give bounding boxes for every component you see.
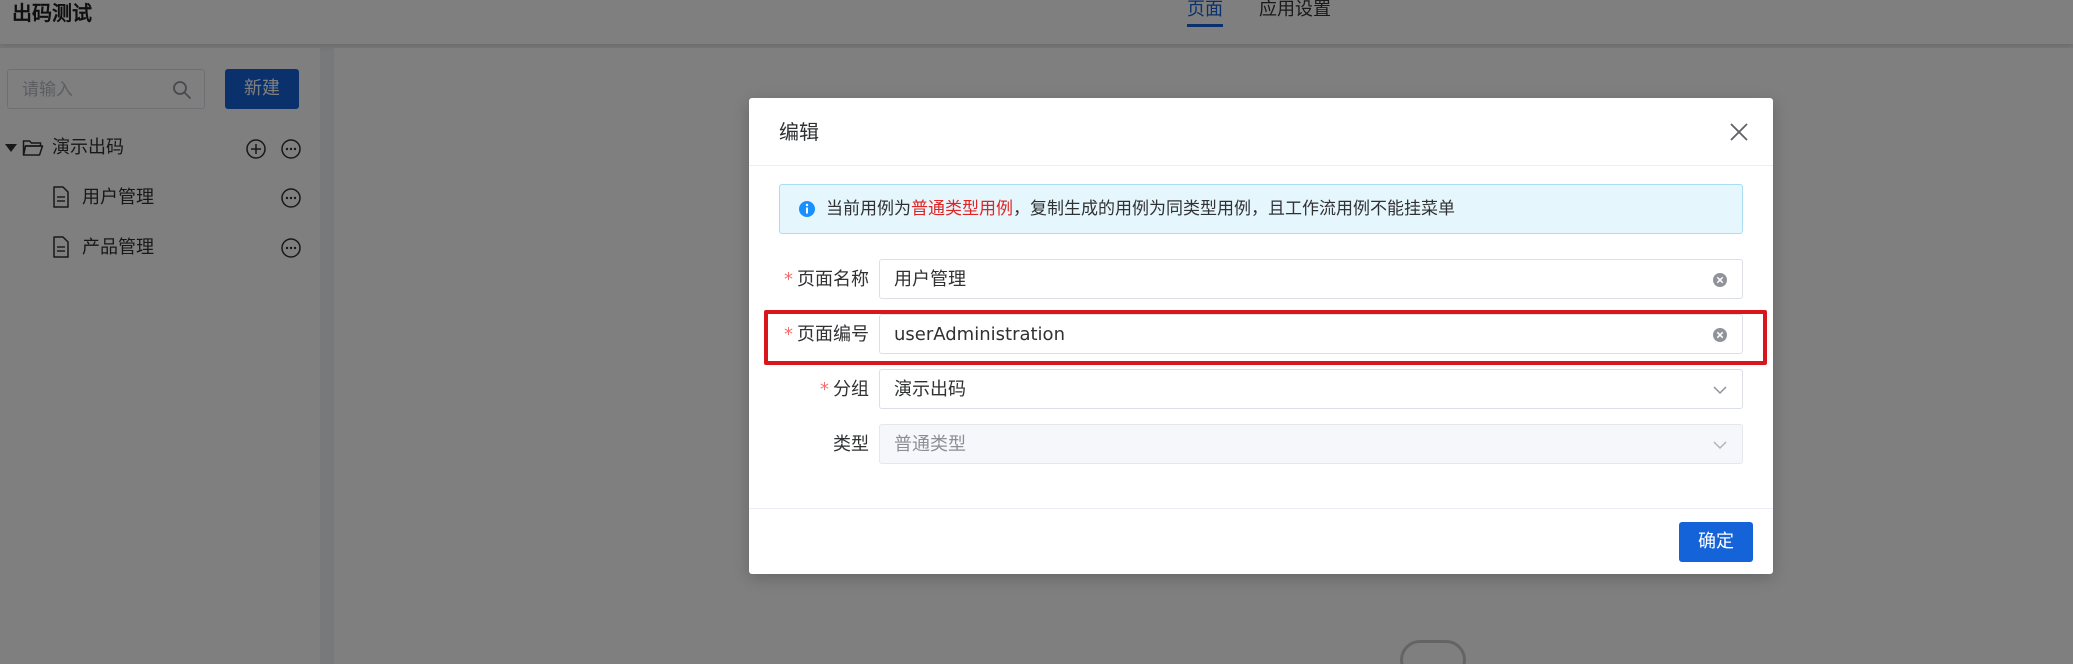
chevron-down-icon [1712,437,1728,457]
info-icon [798,200,816,222]
close-icon[interactable] [1727,120,1751,144]
dialog-footer-divider [749,508,1773,509]
required-mark: * [820,379,829,400]
clear-icon[interactable] [1712,272,1728,292]
dialog-title: 编辑 [779,120,819,144]
page-name-label: * 页面名称 [784,269,869,290]
page-name-input[interactable]: 用户管理 [879,259,1743,299]
type-label: 类型 [833,434,869,455]
alert-highlight: 普通类型用例 [911,199,1013,219]
form-row-type: 类型 普通类型 [749,424,1773,466]
type-select: 普通类型 [879,424,1743,464]
group-value: 演示出码 [894,379,966,400]
form-row-page-name: * 页面名称 用户管理 [749,259,1773,301]
group-label: * 分组 [820,379,869,400]
chevron-down-icon[interactable] [1712,382,1728,402]
group-select[interactable]: 演示出码 [879,369,1743,409]
edit-dialog: 编辑 当前用例为普通类型用例，复制生成的用例为同类型用例，且工作流用例不能挂菜单… [749,98,1773,574]
form-row-group: * 分组 演示出码 [749,369,1773,411]
dialog-header-divider [749,165,1773,166]
required-mark: * [784,269,793,290]
type-value: 普通类型 [894,434,966,455]
alert-suffix: ，复制生成的用例为同类型用例，且工作流用例不能挂菜单 [1013,199,1455,219]
alert-prefix: 当前用例为 [826,199,911,219]
alert-message: 当前用例为普通类型用例，复制生成的用例为同类型用例，且工作流用例不能挂菜单 [826,198,1455,220]
confirm-button[interactable]: 确定 [1679,522,1753,562]
info-alert: 当前用例为普通类型用例，复制生成的用例为同类型用例，且工作流用例不能挂菜单 [779,184,1743,234]
highlight-annotation-box [764,310,1767,365]
page-name-value: 用户管理 [894,269,966,290]
